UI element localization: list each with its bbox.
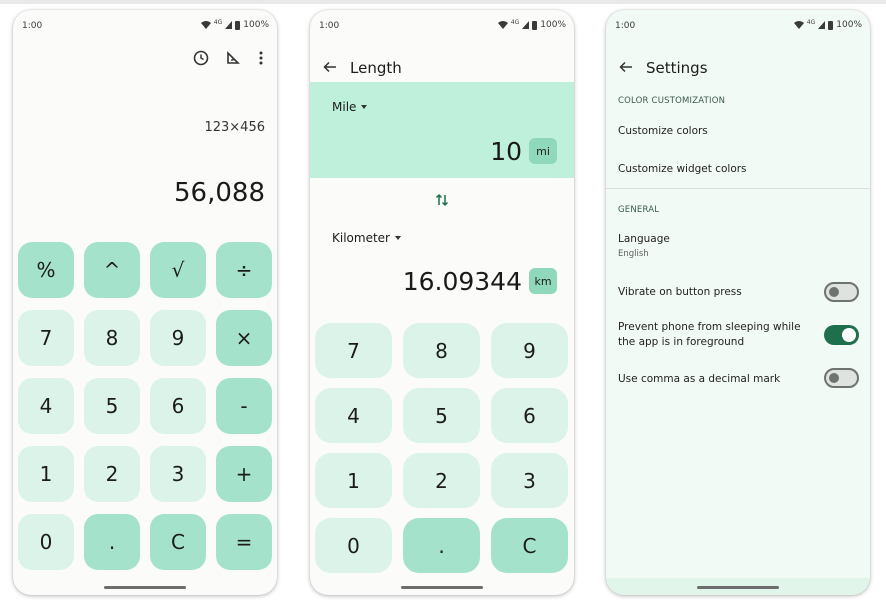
calc-key[interactable]: ÷ [216,242,272,298]
prevent-sleep-line-2: the app is in foreground [618,336,745,348]
ruler-icon[interactable] [223,48,243,68]
battery-icon [532,20,538,30]
history-icon[interactable] [191,48,211,68]
language-value: English [618,249,649,259]
calc-key[interactable]: ^ [84,242,140,298]
calc-key[interactable]: . [84,514,140,570]
battery-icon [828,20,834,30]
calc-key[interactable]: 2 [84,446,140,502]
converter-key[interactable]: C [491,518,568,573]
prevent-sleep-label: Prevent phone from sleeping while the ap… [618,320,801,350]
prevent-sleep-toggle[interactable] [824,325,859,345]
vibrate-toggle[interactable] [824,282,859,302]
converter-title: Length [350,59,402,77]
gesture-bar[interactable] [401,586,483,589]
calc-key[interactable]: 5 [84,378,140,434]
calc-key[interactable]: 1 [18,446,74,502]
status-time: 1:00 [319,21,340,31]
battery-icon [235,20,241,30]
calc-key[interactable]: 6 [150,378,206,434]
converter-key[interactable]: 0 [315,518,392,573]
calc-key[interactable]: 4 [18,378,74,434]
from-unit-dropdown[interactable]: Mile [332,100,368,114]
toggle-knob [829,287,839,297]
signal-icon [522,21,530,29]
dropdown-caret-icon [361,105,368,109]
calc-key[interactable]: = [216,514,272,570]
status-bar: 1:00 4G 100% [13,10,277,36]
back-arrow-icon[interactable] [619,60,633,74]
to-unit-dropdown[interactable]: Kilometer [332,231,401,245]
converter-key[interactable]: 6 [491,388,568,443]
from-unit-panel: Mile 10 mi [310,82,574,178]
status-time: 1:00 [615,21,636,31]
calc-key[interactable]: C [150,514,206,570]
customize-colors-item[interactable]: Customize colors [618,124,708,139]
calc-key[interactable]: √ [150,242,206,298]
expression-display[interactable]: 123×456 [204,120,265,135]
swap-icon[interactable] [434,192,450,208]
signal-icon [225,21,233,29]
converter-key[interactable]: . [403,518,480,573]
dropdown-caret-icon [394,236,401,240]
calc-key[interactable]: 7 [18,310,74,366]
settings-title: Settings [646,59,708,77]
more-vert-icon[interactable] [251,48,271,68]
general-section-header: GENERAL [618,205,660,215]
converter-key[interactable]: 4 [315,388,392,443]
calc-key[interactable]: % [18,242,74,298]
from-value[interactable]: 10 [490,137,522,166]
result-display: 56,088 [174,178,265,208]
converter-key[interactable]: 5 [403,388,480,443]
calc-key[interactable]: 8 [84,310,140,366]
customize-widget-colors-item[interactable]: Customize widget colors [618,162,747,177]
calc-key[interactable]: 0 [18,514,74,570]
from-unit-symbol: mi [529,138,557,164]
toggle-knob [829,373,839,383]
status-time: 1:00 [22,21,43,31]
wifi-icon [200,21,211,29]
battery-level: 100% [836,20,862,30]
to-value: 16.09344 [402,267,522,296]
converter-key[interactable]: 7 [315,323,392,378]
calc-key[interactable]: 3 [150,446,206,502]
network-type: 4G [806,18,816,26]
top-divider [0,0,886,4]
converter-key[interactable]: 8 [403,323,480,378]
from-unit-name: Mile [332,100,357,114]
gesture-bar[interactable] [697,586,779,589]
calc-key[interactable]: + [216,446,272,502]
to-unit-symbol: km [529,268,557,294]
converter-key[interactable]: 2 [403,453,480,508]
calculator-screen: 1:00 4G 100% 123×456 56,088 % ^ √ ÷ 7 8 9 × 4 5 6-… [13,10,277,595]
calc-key[interactable]: - [216,378,272,434]
converter-screen: 1:00 4G 100% Length Mile 10 mi Kilometer… [310,10,574,595]
settings-screen: 1:00 4G 100% Settings COLOR CUSTOMIZATIO… [606,10,870,595]
network-type: 4G [213,18,223,26]
calc-key[interactable]: × [216,310,272,366]
section-divider [606,188,870,189]
status-bar: 1:00 4G 100% [310,10,574,36]
comma-label: Use comma as a decimal mark [618,373,781,385]
signal-icon [818,21,826,29]
back-arrow-icon[interactable] [323,60,337,74]
vibrate-label: Vibrate on button press [618,286,742,298]
gesture-bar[interactable] [104,586,186,589]
toggle-knob [842,328,856,342]
comma-toggle[interactable] [824,368,859,388]
status-bar: 1:00 4G 100% [606,10,870,36]
converter-key[interactable]: 9 [491,323,568,378]
calc-key[interactable]: 9 [150,310,206,366]
to-unit-name: Kilometer [332,231,390,245]
converter-key[interactable]: 1 [315,453,392,508]
wifi-icon [497,21,508,29]
color-section-header: COLOR CUSTOMIZATION [618,96,726,106]
wifi-icon [793,21,804,29]
language-item[interactable]: Language [618,232,670,247]
converter-key[interactable]: 3 [491,453,568,508]
battery-level: 100% [540,20,566,30]
network-type: 4G [510,18,520,26]
battery-level: 100% [243,20,269,30]
prevent-sleep-line-1: Prevent phone from sleeping while [618,321,801,333]
